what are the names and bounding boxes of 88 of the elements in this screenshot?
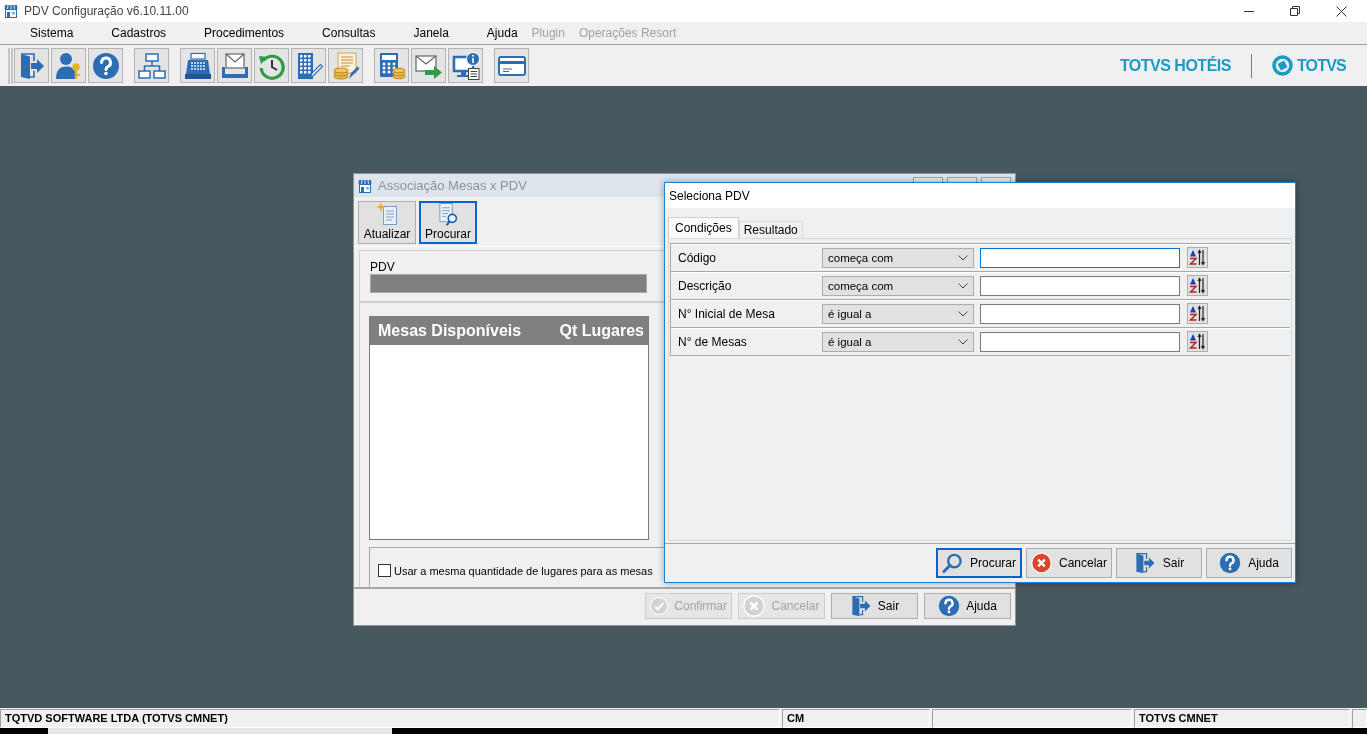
help-icon — [1219, 552, 1242, 574]
x-circle-icon — [743, 595, 766, 617]
toolbar-button[interactable] — [14, 48, 49, 83]
sort-button[interactable] — [1187, 303, 1208, 324]
dialog-button[interactable]: Sair — [1116, 548, 1202, 578]
window-title: PDV Configuração v6.10.11.00 — [24, 4, 189, 18]
tab[interactable]: Resultado — [738, 221, 803, 238]
operator-dropdown[interactable]: começa com — [822, 247, 974, 268]
field-label: Código — [677, 250, 718, 265]
field-label: Descrição — [677, 278, 733, 293]
tab[interactable]: Condições — [668, 217, 739, 238]
status-text: CM — [782, 709, 930, 728]
column-header: Mesas Disponíveis — [378, 322, 522, 340]
checkbox[interactable] — [378, 564, 391, 577]
user-key-icon — [54, 51, 83, 80]
store-icon — [358, 178, 372, 193]
document-sparkle-icon — [376, 202, 398, 226]
x-circle-icon — [1031, 552, 1052, 574]
chevron-down-icon — [958, 282, 968, 289]
dialog-button[interactable]: Cancelar — [1026, 548, 1112, 578]
company-logo-text: TOTVS — [1296, 56, 1346, 75]
operator-dropdown[interactable]: é igual a — [822, 303, 974, 324]
checkbox-label: Usar a mesma quantidade de lugares para as mesas — [394, 564, 653, 577]
field-label: N° Inicial de Mesa — [677, 306, 776, 321]
chevron-down-icon — [958, 338, 968, 345]
toolbar-button[interactable] — [134, 48, 169, 83]
grip-icon[interactable] — [8, 47, 13, 84]
product-logo-text: TOTVS HOTÉIS — [1119, 56, 1231, 75]
envelope-tray-icon — [220, 51, 249, 80]
menu-item[interactable]: Cadastros — [92, 22, 186, 44]
toolbar-button[interactable] — [217, 48, 252, 83]
check-circle-icon — [650, 595, 669, 617]
status-panel — [1352, 709, 1367, 728]
field-label: N° de Mesas — [677, 334, 748, 349]
toolbar-button[interactable] — [448, 48, 483, 83]
document-coins-icon — [331, 51, 360, 80]
toolbar-button[interactable] — [88, 48, 123, 83]
close-icon — [1335, 5, 1347, 17]
value-input[interactable] — [980, 303, 1180, 324]
cash-register-icon — [183, 51, 212, 80]
toolbar-button[interactable]: Atualizar — [358, 201, 416, 244]
search-icon — [942, 552, 963, 574]
dialog-button[interactable]: Procurar — [936, 548, 1022, 578]
toolbar-button[interactable] — [291, 48, 326, 83]
column-header: Qt Lugares — [559, 322, 644, 340]
sort-button[interactable] — [1187, 247, 1208, 268]
org-chart-icon — [137, 51, 166, 80]
chevron-down-icon — [958, 254, 968, 261]
operator-dropdown[interactable]: começa com — [822, 275, 974, 296]
dialog-button[interactable]: Ajuda — [924, 593, 1011, 619]
exit-door-icon — [1133, 552, 1156, 574]
minimize-icon — [1244, 10, 1254, 12]
menu-item[interactable]: Procedimentos — [185, 22, 304, 44]
calculator-coins-icon — [377, 51, 406, 80]
dialog-button[interactable]: Sair — [831, 593, 918, 619]
exit-door-icon — [849, 595, 872, 617]
sort-icon — [1189, 277, 1206, 294]
help-icon — [938, 595, 961, 617]
document-search-icon — [437, 203, 459, 226]
chevron-down-icon — [958, 310, 968, 317]
circle-logo-icon — [1271, 55, 1293, 76]
dialog-button[interactable]: Ajuda — [1206, 548, 1292, 578]
menu-item[interactable]: Sistema — [11, 22, 93, 44]
toolbar-button[interactable] — [51, 48, 86, 83]
field-label: PDV — [370, 261, 395, 273]
value-input[interactable] — [980, 331, 1180, 352]
store-icon — [4, 4, 18, 18]
sort-icon — [1189, 249, 1206, 266]
help-icon — [91, 51, 120, 80]
value-input[interactable] — [980, 275, 1180, 296]
toolbar-button[interactable] — [494, 48, 529, 83]
status-text: TOTVS CMNET — [1134, 709, 1350, 728]
dialog-title: Seleciona PDV — [669, 188, 750, 203]
sort-button[interactable] — [1187, 331, 1208, 352]
toolbar-button[interactable]: Procurar — [419, 201, 477, 244]
menu-item[interactable]: Janela — [394, 22, 468, 44]
dialog-title: Associação Mesas x PDV — [378, 178, 527, 193]
sort-icon — [1189, 333, 1206, 350]
monitor-info-icon — [451, 51, 480, 80]
sort-icon — [1189, 305, 1206, 322]
status-text: TQTVD SOFTWARE LTDA (TOTVS CMNET) — [0, 709, 780, 728]
menu-item[interactable]: Consultas — [303, 22, 395, 44]
sort-button[interactable] — [1187, 275, 1208, 296]
toolbar-button[interactable] — [180, 48, 215, 83]
toolbar-button[interactable] — [374, 48, 409, 83]
restore-icon — [1290, 6, 1300, 16]
value-input[interactable] — [980, 247, 1180, 268]
operator-dropdown[interactable]: é igual a — [822, 331, 974, 352]
